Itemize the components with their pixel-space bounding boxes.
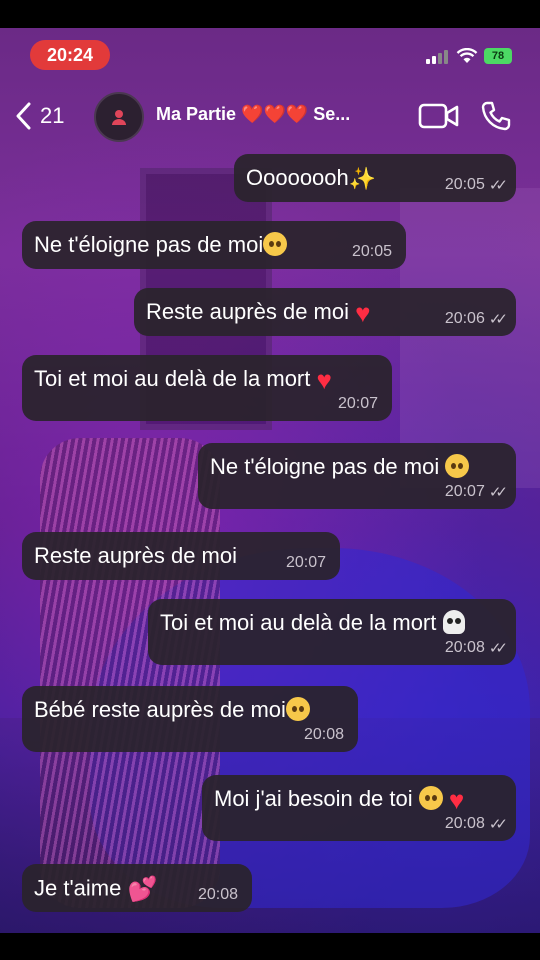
message-time: 20:08 [303, 726, 344, 743]
message-text: Toi et moi au delà de la mort [34, 366, 311, 391]
sparkles-emoji-icon: ✨ [348, 166, 377, 192]
message-text: Ne t'éloigne pas de moi [34, 232, 264, 257]
message-bubble-outgoing[interactable]: Toi et moi au delà de la mort 20:08 ✓✓ [148, 599, 516, 665]
message-text: Oooooooh [246, 165, 349, 190]
chat-title[interactable]: Ma Partie ❤️❤️❤️ Se... [156, 104, 350, 125]
red-heart-emoji-icon: ♥ [355, 298, 371, 329]
message-bubble-incoming[interactable]: Toi et moi au delà de la mort ♥ 20:07 [22, 355, 392, 421]
message-time: 20:05 [351, 243, 392, 260]
message-text: Je t'aime [34, 875, 122, 901]
message-text: Reste auprès de moi [146, 299, 349, 324]
person-icon [112, 110, 126, 125]
red-heart-emoji-icon: ♥ [316, 365, 332, 396]
message-text: Ne t'éloigne pas de moi [210, 454, 440, 479]
message-time: 20:07 [285, 554, 326, 571]
wifi-icon [456, 48, 478, 63]
message-bubble-outgoing[interactable]: Ne t'éloigne pas de moi 20:07 ✓✓ [198, 443, 516, 509]
message-text: Moi j'ai besoin de toi [214, 786, 413, 811]
two-hearts-emoji-icon: 💕 [127, 876, 158, 903]
message-time: 20:08 [197, 886, 238, 903]
message-time: 20:07 [337, 395, 378, 412]
message-text: Bébé reste auprès de moi [34, 697, 286, 722]
message-bubble-incoming[interactable]: Je t'aime 💕 20:08 [22, 864, 252, 912]
chevron-left-icon [16, 102, 31, 130]
read-checkmarks-icon: ✓✓ [488, 816, 508, 833]
red-heart-emoji-icon: ♥ [448, 785, 465, 816]
message-text: Toi et moi au delà de la mort [160, 610, 437, 635]
pleading-face-emoji-icon [285, 697, 310, 722]
avatar[interactable] [94, 92, 144, 142]
chat-header: 21 Ma Partie ❤️❤️❤️ Se... [0, 84, 540, 148]
message-bubble-incoming[interactable]: Reste auprès de moi 20:07 [22, 532, 340, 580]
cellular-signal-icon [426, 50, 448, 64]
status-bar: 20:24 78 [0, 28, 540, 80]
pensive-face-emoji-icon [418, 786, 443, 811]
back-button[interactable]: 21 [14, 98, 64, 134]
pensive-face-emoji-icon [445, 454, 470, 479]
read-checkmarks-icon: ✓✓ [488, 484, 508, 501]
message-bubble-incoming[interactable]: Ne t'éloigne pas de moi 20:05 [22, 221, 406, 269]
skull-emoji-icon [442, 610, 465, 635]
unread-count: 21 [40, 103, 65, 128]
message-time: 20:06 [444, 310, 485, 327]
message-time: 20:07 [444, 483, 485, 500]
phone-call-icon[interactable] [480, 100, 512, 132]
message-text: Reste auprès de moi [34, 543, 237, 568]
message-time: 20:08 [444, 815, 485, 832]
battery-icon: 78 [484, 48, 512, 64]
read-checkmarks-icon: ✓✓ [488, 311, 508, 328]
message-bubble-outgoing[interactable]: Reste auprès de moi ♥ 20:06 ✓✓ [134, 288, 516, 336]
message-bubble-outgoing[interactable]: Oooooooh✨ 20:05 ✓✓ [234, 154, 516, 202]
read-checkmarks-icon: ✓✓ [488, 177, 508, 194]
message-time: 20:05 [444, 176, 485, 193]
status-time: 20:24 [30, 40, 110, 70]
message-bubble-incoming[interactable]: Bébé reste auprès de moi 20:08 [22, 686, 358, 752]
message-time: 20:08 [444, 639, 485, 656]
video-call-icon[interactable] [418, 102, 460, 130]
read-checkmarks-icon: ✓✓ [488, 640, 508, 657]
background-braids [40, 438, 220, 908]
pleading-face-emoji-icon [263, 232, 288, 257]
message-bubble-outgoing[interactable]: Moi j'ai besoin de toi ♥ 20:08 ✓✓ [202, 775, 516, 841]
